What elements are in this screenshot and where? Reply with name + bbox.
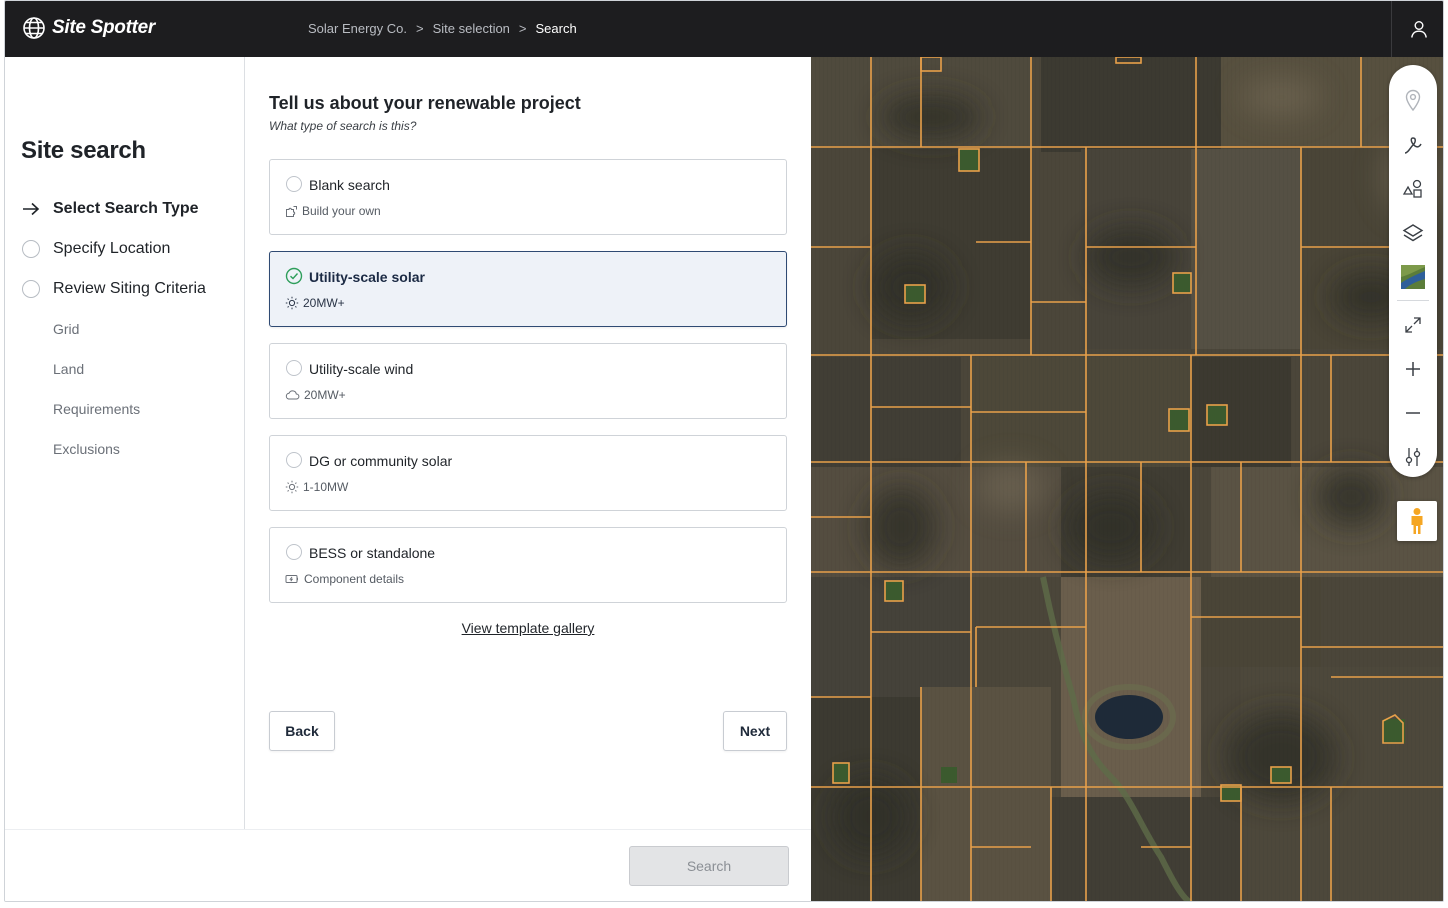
step-select-search-type[interactable]: Select Search Type bbox=[21, 197, 199, 221]
radio-unchecked[interactable] bbox=[286, 176, 302, 192]
option-detail-text: 20MW+ bbox=[304, 388, 346, 402]
arrow-right-icon bbox=[21, 199, 41, 219]
filter-sliders-icon[interactable] bbox=[1389, 437, 1437, 477]
zoom-in-icon[interactable] bbox=[1389, 349, 1437, 389]
step-specify-location[interactable]: Specify Location bbox=[21, 237, 170, 261]
battery-icon bbox=[285, 575, 298, 583]
option-detail-text: Build your own bbox=[302, 204, 381, 218]
expand-icon[interactable] bbox=[1389, 305, 1437, 345]
map-view[interactable] bbox=[811, 57, 1444, 902]
user-account-button[interactable] bbox=[1391, 1, 1443, 57]
form-title: Tell us about your renewable project bbox=[269, 93, 581, 113]
option-utility-scale-solar[interactable]: Utility-scale solar 20MW+ bbox=[269, 251, 787, 327]
step-label: Select Search Type bbox=[53, 200, 199, 217]
app-logo[interactable]: Site Spotter bbox=[22, 16, 155, 40]
marker-icon[interactable] bbox=[1389, 80, 1437, 120]
sidebar: Site search Select Search Type Specify L… bbox=[5, 57, 245, 829]
breadcrumb-separator: > bbox=[518, 21, 527, 36]
option-label: Blank search bbox=[309, 177, 390, 193]
option-detail: 1-10MW bbox=[285, 480, 348, 494]
globe-icon bbox=[23, 17, 45, 39]
breadcrumb: Solar Energy Co. > Site selection > Sear… bbox=[308, 21, 577, 36]
puzzle-icon bbox=[286, 205, 297, 217]
back-button[interactable]: Back bbox=[269, 711, 335, 751]
search-button[interactable]: Search bbox=[629, 846, 789, 886]
sidebar-title: Site search bbox=[21, 137, 146, 164]
search-type-form: Tell us about your renewable project Wha… bbox=[245, 57, 811, 829]
option-detail-text: 20MW+ bbox=[303, 296, 345, 310]
option-label: DG or community solar bbox=[309, 453, 453, 469]
option-bess-standalone[interactable]: BESS or standalone Component details bbox=[269, 527, 787, 603]
option-detail: Build your own bbox=[285, 204, 381, 218]
option-detail-text: Component details bbox=[304, 572, 405, 586]
layers-icon[interactable] bbox=[1389, 213, 1437, 253]
pegman-icon[interactable] bbox=[1397, 501, 1437, 541]
basemap-thumbnail[interactable] bbox=[1389, 257, 1437, 297]
option-label: Utility-scale wind bbox=[309, 361, 414, 377]
radio-unchecked[interactable] bbox=[286, 360, 302, 376]
option-detail: 20MW+ bbox=[285, 388, 346, 402]
substep-requirements[interactable]: Requirements bbox=[53, 401, 140, 417]
map-toolbar bbox=[1389, 65, 1437, 477]
option-label: BESS or standalone bbox=[309, 545, 436, 561]
option-detail: 20MW+ bbox=[285, 296, 345, 310]
breadcrumb-current: Search bbox=[535, 21, 577, 36]
breadcrumb-separator: > bbox=[416, 21, 424, 36]
zoom-out-icon[interactable] bbox=[1389, 393, 1437, 433]
cloud-icon bbox=[285, 390, 300, 400]
next-button[interactable]: Next bbox=[723, 711, 787, 751]
satellite-imagery[interactable] bbox=[811, 57, 1444, 902]
step-pending-icon bbox=[21, 239, 41, 259]
option-label: Utility-scale solar bbox=[309, 269, 425, 285]
form-subtitle: What type of search is this? bbox=[269, 119, 417, 133]
option-blank-search[interactable]: Blank search Build your own bbox=[269, 159, 787, 235]
radio-unchecked[interactable] bbox=[286, 452, 302, 468]
footer-bar: Search bbox=[5, 829, 811, 901]
view-template-gallery-link[interactable]: View template gallery bbox=[462, 620, 595, 636]
step-review-siting-criteria[interactable]: Review Siting Criteria bbox=[21, 277, 206, 301]
option-dg-community-solar[interactable]: DG or community solar 1-10MW bbox=[269, 435, 787, 511]
option-utility-scale-wind[interactable]: Utility-scale wind 20MW+ bbox=[269, 343, 787, 419]
top-bar: Site Spotter Solar Energy Co. > Site sel… bbox=[5, 1, 1443, 57]
radio-unchecked[interactable] bbox=[286, 544, 302, 560]
sun-icon bbox=[285, 480, 299, 494]
user-icon bbox=[1410, 21, 1427, 38]
substep-grid[interactable]: Grid bbox=[53, 321, 79, 337]
breadcrumb-company[interactable]: Solar Energy Co. bbox=[308, 21, 407, 36]
draw-line-icon[interactable] bbox=[1389, 125, 1437, 165]
step-label: Specify Location bbox=[53, 240, 171, 257]
breadcrumb-site-selection[interactable]: Site selection bbox=[433, 21, 510, 36]
toolbar-divider bbox=[1397, 300, 1429, 301]
app-name: Site Spotter bbox=[52, 17, 156, 38]
sun-icon bbox=[285, 296, 299, 310]
option-detail-text: 1-10MW bbox=[303, 480, 349, 494]
option-detail: Component details bbox=[285, 572, 404, 586]
shapes-icon[interactable] bbox=[1389, 169, 1437, 209]
app-window: Site Spotter Solar Energy Co. > Site sel… bbox=[4, 0, 1444, 902]
substep-land[interactable]: Land bbox=[53, 361, 84, 377]
substep-exclusions[interactable]: Exclusions bbox=[53, 441, 120, 457]
template-gallery-row: View template gallery bbox=[245, 620, 811, 636]
step-pending-icon bbox=[21, 279, 41, 299]
step-label: Review Siting Criteria bbox=[53, 280, 206, 297]
check-circle-icon[interactable] bbox=[285, 267, 303, 285]
